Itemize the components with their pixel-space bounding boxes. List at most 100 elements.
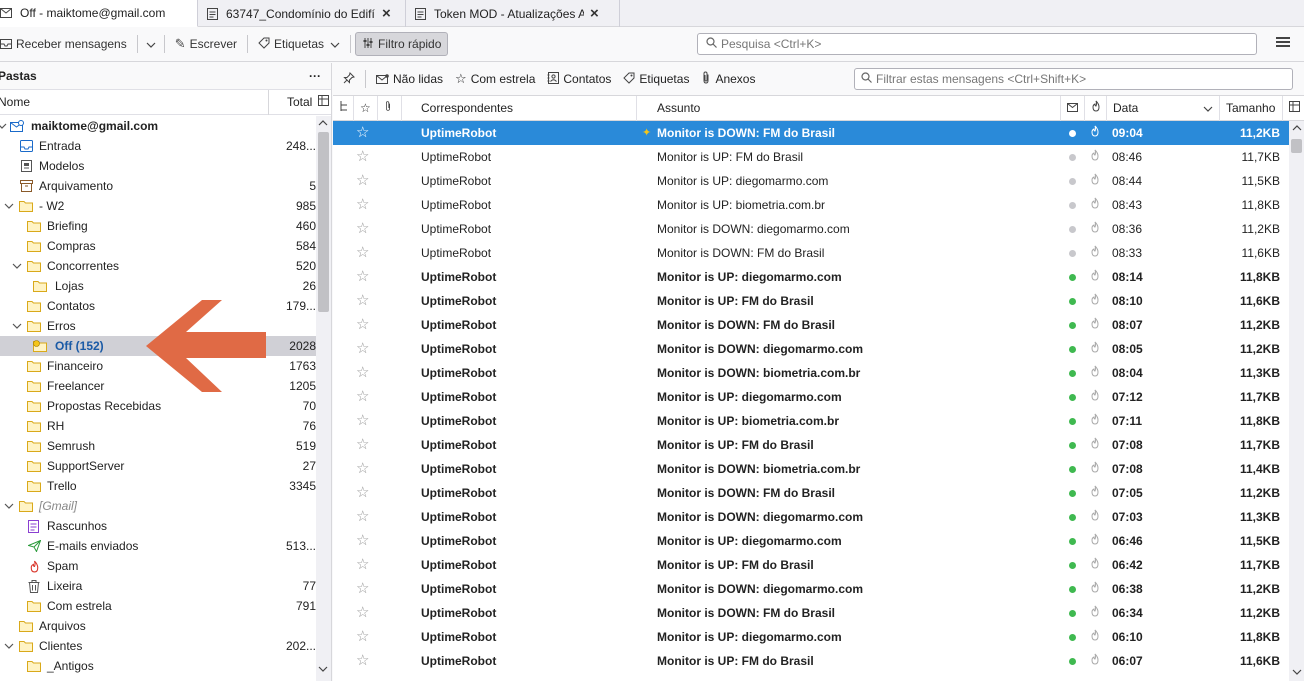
star-icon[interactable]: ☆ (356, 193, 372, 217)
tags-button[interactable]: Etiquetas (252, 32, 346, 56)
message-row[interactable]: ☆ UptimeRobot Monitor is DOWN: FM do Brasi… (333, 601, 1289, 625)
more-options-button[interactable]: ··· (309, 69, 321, 83)
folder-item[interactable]: Trello 3345 (0, 476, 316, 496)
message-row[interactable]: ☆ UptimeRobot Monitor is UP: biometria.com… (333, 193, 1289, 217)
message-row[interactable]: ☆ UptimeRobot Monitor is DOWN: diegomarmo.… (333, 217, 1289, 241)
star-icon[interactable]: ☆ (356, 457, 372, 481)
flame-icon[interactable] (1090, 241, 1104, 265)
column-read-status[interactable] (1061, 96, 1085, 121)
flame-icon[interactable] (1090, 385, 1104, 409)
flame-icon[interactable] (1090, 529, 1104, 553)
flame-icon[interactable] (1090, 577, 1104, 601)
folder-item[interactable]: [Gmail] (0, 496, 316, 516)
folder-item[interactable]: SupportServer 27 (0, 456, 316, 476)
unread-dot-icon[interactable] (1069, 394, 1076, 401)
unread-dot-icon[interactable] (1069, 658, 1076, 665)
flame-icon[interactable] (1090, 457, 1104, 481)
message-row[interactable]: ☆ UptimeRobot Monitor is UP: diegomarmo.co… (333, 265, 1289, 289)
star-icon[interactable]: ☆ (356, 145, 372, 169)
star-icon[interactable]: ☆ (356, 361, 372, 385)
flame-icon[interactable] (1090, 265, 1104, 289)
app-menu-button[interactable] (1276, 35, 1290, 47)
column-date[interactable]: Data (1107, 96, 1220, 121)
folder-item[interactable]: - W2 985 (0, 196, 316, 216)
star-icon[interactable]: ☆ (356, 505, 372, 529)
folder-item[interactable]: Lojas 26 (0, 276, 316, 296)
folder-scrollbar[interactable] (316, 116, 331, 681)
flame-icon[interactable] (1090, 337, 1104, 361)
flame-icon[interactable] (1090, 121, 1104, 145)
unread-dot-icon[interactable] (1069, 370, 1076, 377)
flame-icon[interactable] (1090, 505, 1104, 529)
read-dot-icon[interactable] (1069, 202, 1076, 209)
chevron-down-icon[interactable] (12, 261, 22, 271)
read-dot-icon[interactable] (1069, 250, 1076, 257)
pin-filter-button[interactable] (333, 71, 361, 87)
quick-filter-button[interactable]: Filtro rápido (355, 32, 449, 56)
message-row[interactable]: ☆ UptimeRobot Monitor is UP: FM do Brasil 0… (333, 649, 1289, 673)
unread-dot-icon[interactable] (1069, 418, 1076, 425)
star-icon[interactable]: ☆ (356, 241, 372, 265)
star-icon[interactable]: ☆ (356, 217, 372, 241)
flame-icon[interactable] (1090, 169, 1104, 193)
tab-mail[interactable]: Off - maiktome@gmail.com (0, 0, 198, 27)
chevron-down-icon[interactable] (4, 201, 14, 211)
flame-icon[interactable] (1090, 193, 1104, 217)
flame-icon[interactable] (1090, 217, 1104, 241)
message-row[interactable]: ☆ UptimeRobot Monitor is UP: FM do Brasil 0… (333, 553, 1289, 577)
star-icon[interactable]: ☆ (356, 529, 372, 553)
column-picker[interactable] (1283, 96, 1304, 121)
message-filter-input[interactable]: Filtrar estas mensagens <Ctrl+Shift+K> (854, 68, 1293, 90)
flame-icon[interactable] (1090, 409, 1104, 433)
flame-icon[interactable] (1090, 625, 1104, 649)
star-icon[interactable]: ☆ (356, 289, 372, 313)
get-messages-button[interactable]: Receber mensagens (0, 32, 133, 56)
folder-item[interactable]: RH 76 (0, 416, 316, 436)
folder-item[interactable]: Concorrentes 520 (0, 256, 316, 276)
flame-icon[interactable] (1090, 289, 1104, 313)
star-icon[interactable]: ☆ (356, 121, 372, 145)
contacts-filter-button[interactable]: Contatos (541, 71, 617, 87)
column-total[interactable]: Total (268, 89, 312, 115)
folder-item[interactable]: Modelos (0, 156, 316, 176)
unread-dot-icon[interactable] (1069, 274, 1076, 281)
unread-dot-icon[interactable] (1069, 586, 1076, 593)
message-row[interactable]: ☆ UptimeRobot Monitor is DOWN: FM do Brasi… (333, 481, 1289, 505)
message-row[interactable]: ☆ UptimeRobot Monitor is UP: diegomarmo.co… (333, 529, 1289, 553)
read-dot-icon[interactable] (1069, 226, 1076, 233)
flame-icon[interactable] (1090, 553, 1104, 577)
unread-dot-icon[interactable] (1069, 610, 1076, 617)
folder-item[interactable]: Propostas Recebidas 70 (0, 396, 316, 416)
tab-document-1[interactable]: 63747_Condomínio do Edifí × (198, 0, 406, 27)
scroll-down-icon[interactable] (318, 664, 328, 675)
close-icon[interactable]: × (590, 5, 599, 22)
flame-icon[interactable] (1090, 313, 1104, 337)
column-thread[interactable] (333, 96, 354, 121)
unread-dot-icon[interactable] (1069, 538, 1076, 545)
star-icon[interactable]: ☆ (356, 169, 372, 193)
scroll-up-icon[interactable] (1292, 123, 1302, 134)
column-subject[interactable]: Assunto (637, 96, 1061, 121)
get-messages-menu-button[interactable] (142, 32, 160, 56)
read-dot-icon[interactable] (1069, 178, 1076, 185)
column-attachment[interactable] (378, 96, 402, 121)
unread-dot-icon[interactable] (1069, 298, 1076, 305)
global-search-input[interactable]: Pesquisa <Ctrl+K> (697, 33, 1257, 55)
scroll-up-icon[interactable] (318, 118, 328, 129)
folder-item[interactable]: Arquivos (0, 616, 316, 636)
flame-icon[interactable] (1090, 601, 1104, 625)
message-row[interactable]: ☆ UptimeRobot Monitor is DOWN: diegomarmo.… (333, 577, 1289, 601)
flame-icon[interactable] (1090, 481, 1104, 505)
folder-item[interactable]: Briefing 460 (0, 216, 316, 236)
read-dot-icon[interactable] (1069, 154, 1076, 161)
message-row[interactable]: ☆ UptimeRobot Monitor is UP: FM do Brasil 0… (333, 289, 1289, 313)
star-icon[interactable]: ☆ (356, 577, 372, 601)
column-correspondents[interactable]: Correspondentes (402, 96, 637, 121)
column-name[interactable]: Nome (0, 95, 30, 109)
unread-dot-icon[interactable] (1069, 442, 1076, 449)
star-icon[interactable]: ☆ (356, 625, 372, 649)
message-row[interactable]: ☆ UptimeRobot Monitor is UP: biometria.com… (333, 409, 1289, 433)
folder-item[interactable]: _Antigos (0, 656, 316, 676)
chevron-down-icon[interactable] (12, 321, 22, 331)
column-junk[interactable] (1085, 96, 1107, 121)
